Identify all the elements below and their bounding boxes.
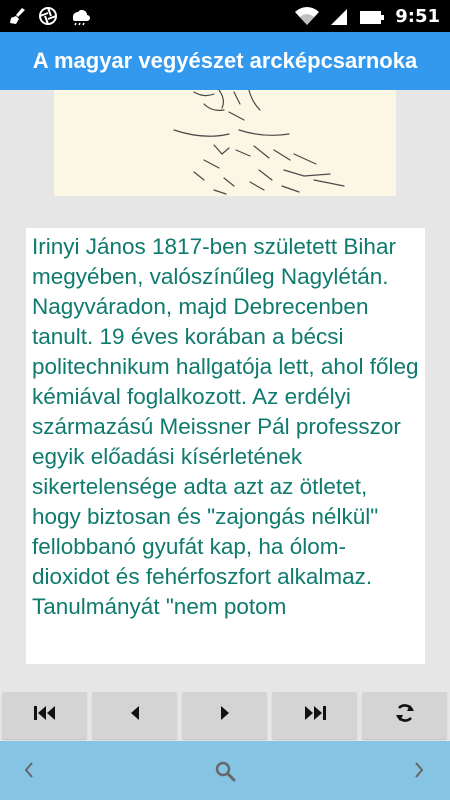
portrait-image (54, 90, 396, 196)
chevron-right-icon[interactable] (410, 759, 428, 786)
status-bar: 9:51 (0, 0, 450, 32)
weather-icon (68, 6, 90, 26)
chevron-left-icon[interactable] (20, 759, 38, 786)
app-bar: A magyar vegyészet arcképcsarnoka (0, 32, 450, 90)
refresh-icon (393, 701, 417, 730)
previous-icon (126, 703, 144, 728)
search-icon[interactable] (213, 759, 237, 788)
biography-text: Irinyi János 1817-ben született Bihar me… (32, 234, 419, 619)
last-icon (302, 703, 328, 728)
last-button[interactable] (272, 692, 357, 739)
previous-button[interactable] (92, 692, 177, 739)
navigation-controls (0, 692, 450, 739)
wifi-icon (295, 6, 320, 27)
app-title: A magyar vegyészet arcképcsarnoka (32, 48, 418, 73)
clock: 9:51 (395, 6, 440, 27)
signal-icon (329, 7, 349, 27)
bottom-bar (0, 741, 450, 800)
battery-icon (359, 7, 385, 27)
aperture-icon (38, 6, 58, 26)
first-icon (32, 703, 58, 728)
next-icon (216, 703, 234, 728)
broom-icon (8, 6, 28, 26)
next-button[interactable] (182, 692, 267, 739)
first-button[interactable] (2, 692, 87, 739)
biography-panel: Irinyi János 1817-ben született Bihar me… (26, 228, 425, 664)
refresh-button[interactable] (362, 692, 447, 739)
